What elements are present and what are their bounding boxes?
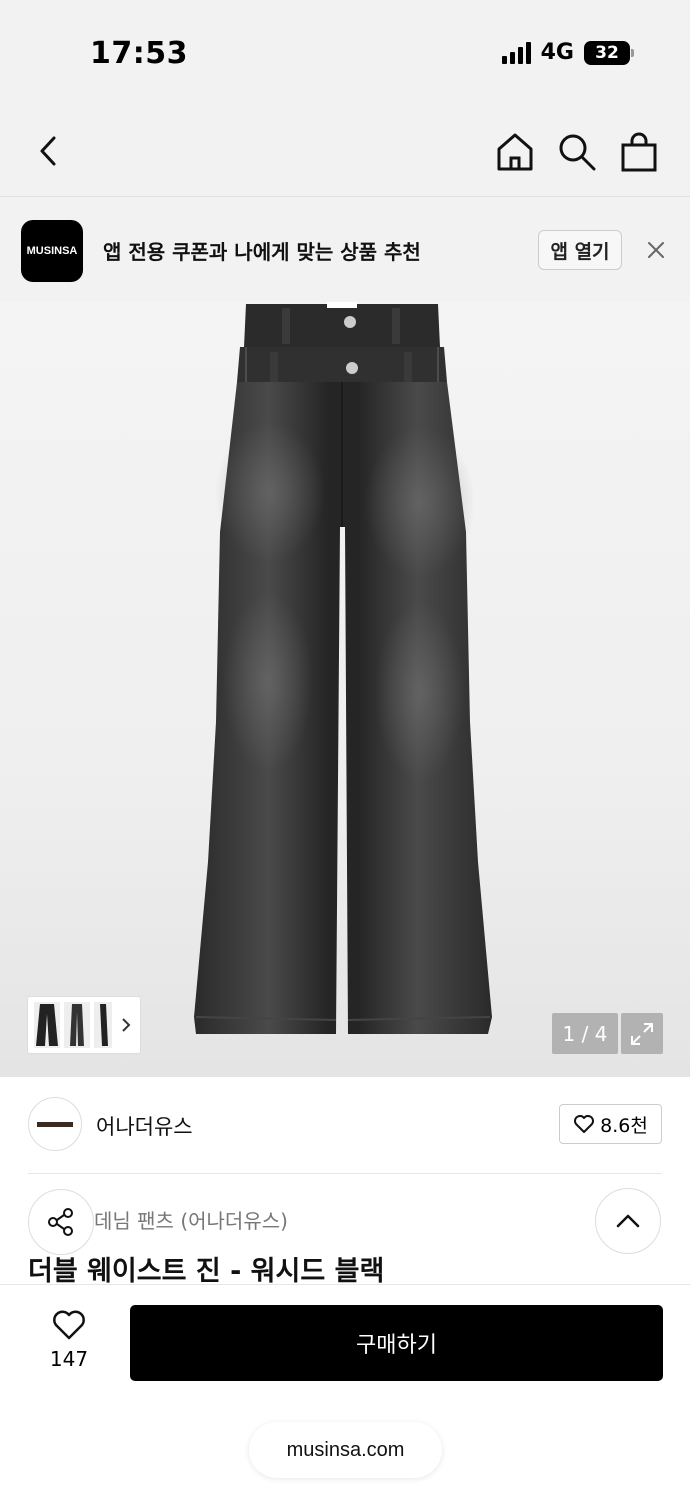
heart-icon [53, 1310, 85, 1340]
product-image-gallery[interactable]: 1 / 4 [0, 302, 690, 1077]
banner-message: 앱 전용 쿠폰과 나에게 맞는 상품 추천 [103, 240, 421, 264]
app-download-banner: MUSINSA 앱 전용 쿠폰과 나에게 맞는 상품 추천 앱 열기 [0, 198, 690, 302]
product-info: 어나더유스 8.6천 데님 팬츠 (어나더유스) 더블 웨이스트 진 - 워시드… [0, 1077, 690, 1287]
product-photo-jeans [194, 302, 492, 1034]
home-icon[interactable] [494, 131, 536, 173]
signal-icon [501, 41, 531, 64]
brand-like-button[interactable]: 8.6천 [559, 1104, 662, 1144]
product-category[interactable]: 데님 팬츠 (어나더유스) [94, 1205, 288, 1234]
product-like-button[interactable]: 147 [36, 1309, 102, 1379]
top-navigation [0, 105, 690, 197]
musinsa-logo: MUSINSA [21, 220, 83, 282]
share-icon [48, 1208, 73, 1236]
brand-logo[interactable] [28, 1097, 82, 1151]
product-title: 더블 웨이스트 진 - 워시드 블랙 [28, 1256, 385, 1287]
thumbnail-images [34, 1002, 112, 1048]
network-type: 4G [540, 40, 574, 65]
close-icon[interactable] [644, 238, 668, 262]
heart-icon [574, 1115, 595, 1133]
brand-name[interactable]: 어나더유스 [96, 1111, 193, 1141]
chevron-right-icon [122, 1018, 131, 1032]
divider [28, 1173, 662, 1174]
scroll-top-button[interactable] [595, 1188, 661, 1254]
bottom-action-bar: 147 구매하기 musinsa.com [0, 1284, 690, 1500]
thumbnail-strip[interactable] [27, 996, 141, 1054]
open-app-button[interactable]: 앱 열기 [538, 230, 622, 270]
browser-url-bar[interactable]: musinsa.com [249, 1422, 442, 1478]
chevron-up-icon [616, 1214, 640, 1228]
battery-level: 32 [595, 42, 619, 63]
buy-button[interactable]: 구매하기 [130, 1305, 663, 1381]
image-counter: 1 / 4 [552, 1013, 618, 1054]
bag-icon[interactable] [618, 131, 660, 173]
back-icon[interactable] [30, 131, 70, 171]
search-icon[interactable] [556, 131, 598, 173]
share-button[interactable] [28, 1189, 94, 1255]
brand-like-count: 8.6천 [600, 1114, 648, 1137]
status-time: 17:53 [90, 36, 188, 71]
status-bar: 17:53 4G 32 [0, 0, 690, 105]
status-indicators: 4G 32 [501, 40, 634, 65]
product-like-count: 147 [49, 1347, 89, 1371]
battery-icon: 32 [584, 40, 634, 65]
expand-icon[interactable] [621, 1013, 663, 1054]
